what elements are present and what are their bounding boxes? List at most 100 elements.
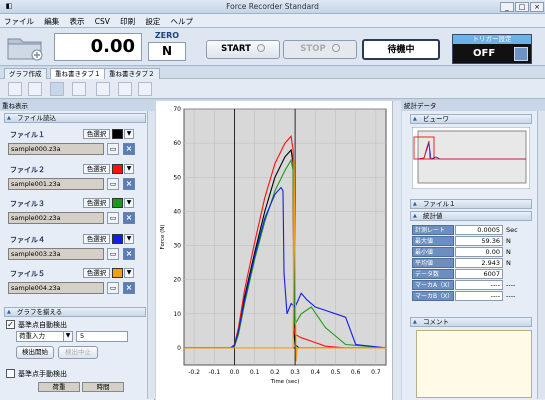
file-load-section[interactable]: ファイル読込 [4,113,146,123]
file-5-color-select[interactable]: 色選択 [83,268,110,278]
hand-icon[interactable] [72,82,86,96]
file-1-name[interactable]: sample000.z3a [8,143,104,155]
file-2-name[interactable]: sample001.z3a [8,178,104,190]
menu-view[interactable]: 表示 [65,14,88,29]
file-3-open-icon[interactable]: ▭ [107,212,119,224]
x-tick-label: 0.3 [290,369,300,376]
start-button[interactable]: START [206,40,280,59]
zoom-icon[interactable] [8,82,22,96]
detect-stop-button[interactable]: 検出中止 [58,346,98,359]
preview-thumbnail[interactable] [412,127,530,189]
file-5-open-icon[interactable]: ▭ [107,282,119,294]
file-2-open-icon[interactable]: ▭ [107,178,119,190]
stat-value: 0.0005 [455,225,503,235]
file-5-label: ファイル５ [10,270,45,278]
x-tick-label: 0.4 [311,369,321,376]
trigger-settings-icon[interactable] [514,47,528,61]
trigger-panel[interactable]: トリガー設定 OFF [452,34,532,64]
file-1-color-dropdown[interactable]: ▼ [124,129,134,139]
mode-dropdown[interactable]: ▼ [63,331,73,342]
x-tick-label: 0.2 [270,369,280,376]
stat-row-mean: 平均値 2.943 N [412,258,532,268]
file-5-name[interactable]: sample004.z3a [8,282,104,294]
stat-value: 0.00 [455,247,503,257]
comment-section[interactable]: コメント [410,317,532,327]
chart-scrollbar[interactable] [392,101,401,400]
align-graph-section[interactable]: グラフを揃える [4,307,146,317]
stat-unit: ---- [506,281,516,289]
x-tick-label: 0.1 [250,369,260,376]
stat-value: ---- [455,291,503,301]
menu-edit[interactable]: 編集 [40,14,63,29]
menu-help[interactable]: ヘルプ [167,14,198,29]
tab-graph[interactable]: グラフ作成 [4,68,47,79]
file-1-section[interactable]: ファイル１ [410,199,532,209]
reset-icon[interactable] [138,82,152,96]
file-4-clear-icon[interactable]: × [123,248,135,260]
manual-col-force: 荷重 [38,382,80,392]
menu-settings[interactable]: 設定 [141,14,164,29]
stat-key: データ数 [412,269,454,279]
chart-area[interactable]: -0.2 -0.1 0.0 0.1 0.2 0.3 0.4 0.5 0.6 0.7 0 10 20 30 4… [156,101,392,400]
auto-detect-checkbox[interactable]: ✓ [6,320,15,329]
file-2-clear-icon[interactable]: × [123,178,135,190]
stat-key: 計測レート [412,225,454,235]
open-folder-icon[interactable] [6,33,44,61]
comment-textarea[interactable] [416,330,532,398]
start-label: START [221,44,251,54]
y-tick-label: 60 [173,140,181,147]
stat-key: 平均値 [412,258,454,268]
minimize-button[interactable]: _ [500,2,514,12]
file-5-color-swatch [112,268,123,278]
tab-overlay-1[interactable]: 重ね書きタブ１ [50,68,106,79]
file-1-color-select[interactable]: 色選択 [83,129,110,139]
menu-file[interactable]: ファイル [0,14,38,29]
force-chart[interactable]: -0.2 -0.1 0.0 0.1 0.2 0.3 0.4 0.5 0.6 0.7 0 10 20 30 4… [156,101,392,400]
stat-unit: N [506,248,511,256]
file-1-open-icon[interactable]: ▭ [107,143,119,155]
stat-value: 59.36 [455,236,503,246]
stat-key: マーカB（X） [412,291,454,301]
file-2-color-select[interactable]: 色選択 [83,164,110,174]
file-3-color-swatch [112,198,123,208]
left-scrollbar[interactable] [147,111,155,399]
menu-bar: ファイル 編集 表示 CSV 印刷 設定 ヘルプ [0,14,545,28]
select-icon[interactable] [50,82,64,96]
file-5-clear-icon[interactable]: × [123,282,135,294]
stats-section[interactable]: 統計値 [410,211,532,221]
zero-button[interactable]: ZERO [148,31,186,40]
close-button[interactable]: × [530,2,544,12]
file-3-color-dropdown[interactable]: ▼ [124,198,134,208]
manual-detect-checkbox[interactable] [6,369,15,378]
zoom-out-icon[interactable] [28,82,42,96]
file-4-name[interactable]: sample003.z3a [8,248,104,260]
marker-icon[interactable] [96,82,110,96]
file-5-color-dropdown[interactable]: ▼ [124,268,134,278]
file-3-color-select[interactable]: 色選択 [83,198,110,208]
file-3-clear-icon[interactable]: × [123,212,135,224]
file-3-name[interactable]: sample002.z3a [8,212,104,224]
record-icon [256,44,265,52]
file-1-clear-icon[interactable]: × [123,143,135,155]
window-title: Force Recorder Standard [226,2,319,11]
range-icon[interactable] [118,82,132,96]
file-4-color-dropdown[interactable]: ▼ [124,234,134,244]
y-tick-label: 10 [173,311,181,318]
preview-section[interactable]: ビューワ [410,114,532,124]
file-4-color-select[interactable]: 色選択 [83,234,110,244]
file-2-color-dropdown[interactable]: ▼ [124,164,134,174]
detect-start-button[interactable]: 検出開始 [16,346,54,359]
menu-csv[interactable]: CSV [91,15,114,28]
stop-label: STOP [300,44,326,54]
tab-overlay-2[interactable]: 重ね書きタブ２ [104,68,160,79]
stat-unit: ---- [506,292,516,300]
unit-display: N [148,42,186,61]
stop-button[interactable]: STOP [283,40,357,59]
right-scrollbar[interactable] [537,111,545,399]
maximize-button[interactable]: □ [515,2,529,12]
file-4-open-icon[interactable]: ▭ [107,248,119,260]
y-tick-label: 50 [173,174,181,181]
stat-row-max: 最大値 59.36 N [412,236,532,246]
menu-print[interactable]: 印刷 [116,14,139,29]
mode-number-input[interactable]: 5 [76,331,128,342]
